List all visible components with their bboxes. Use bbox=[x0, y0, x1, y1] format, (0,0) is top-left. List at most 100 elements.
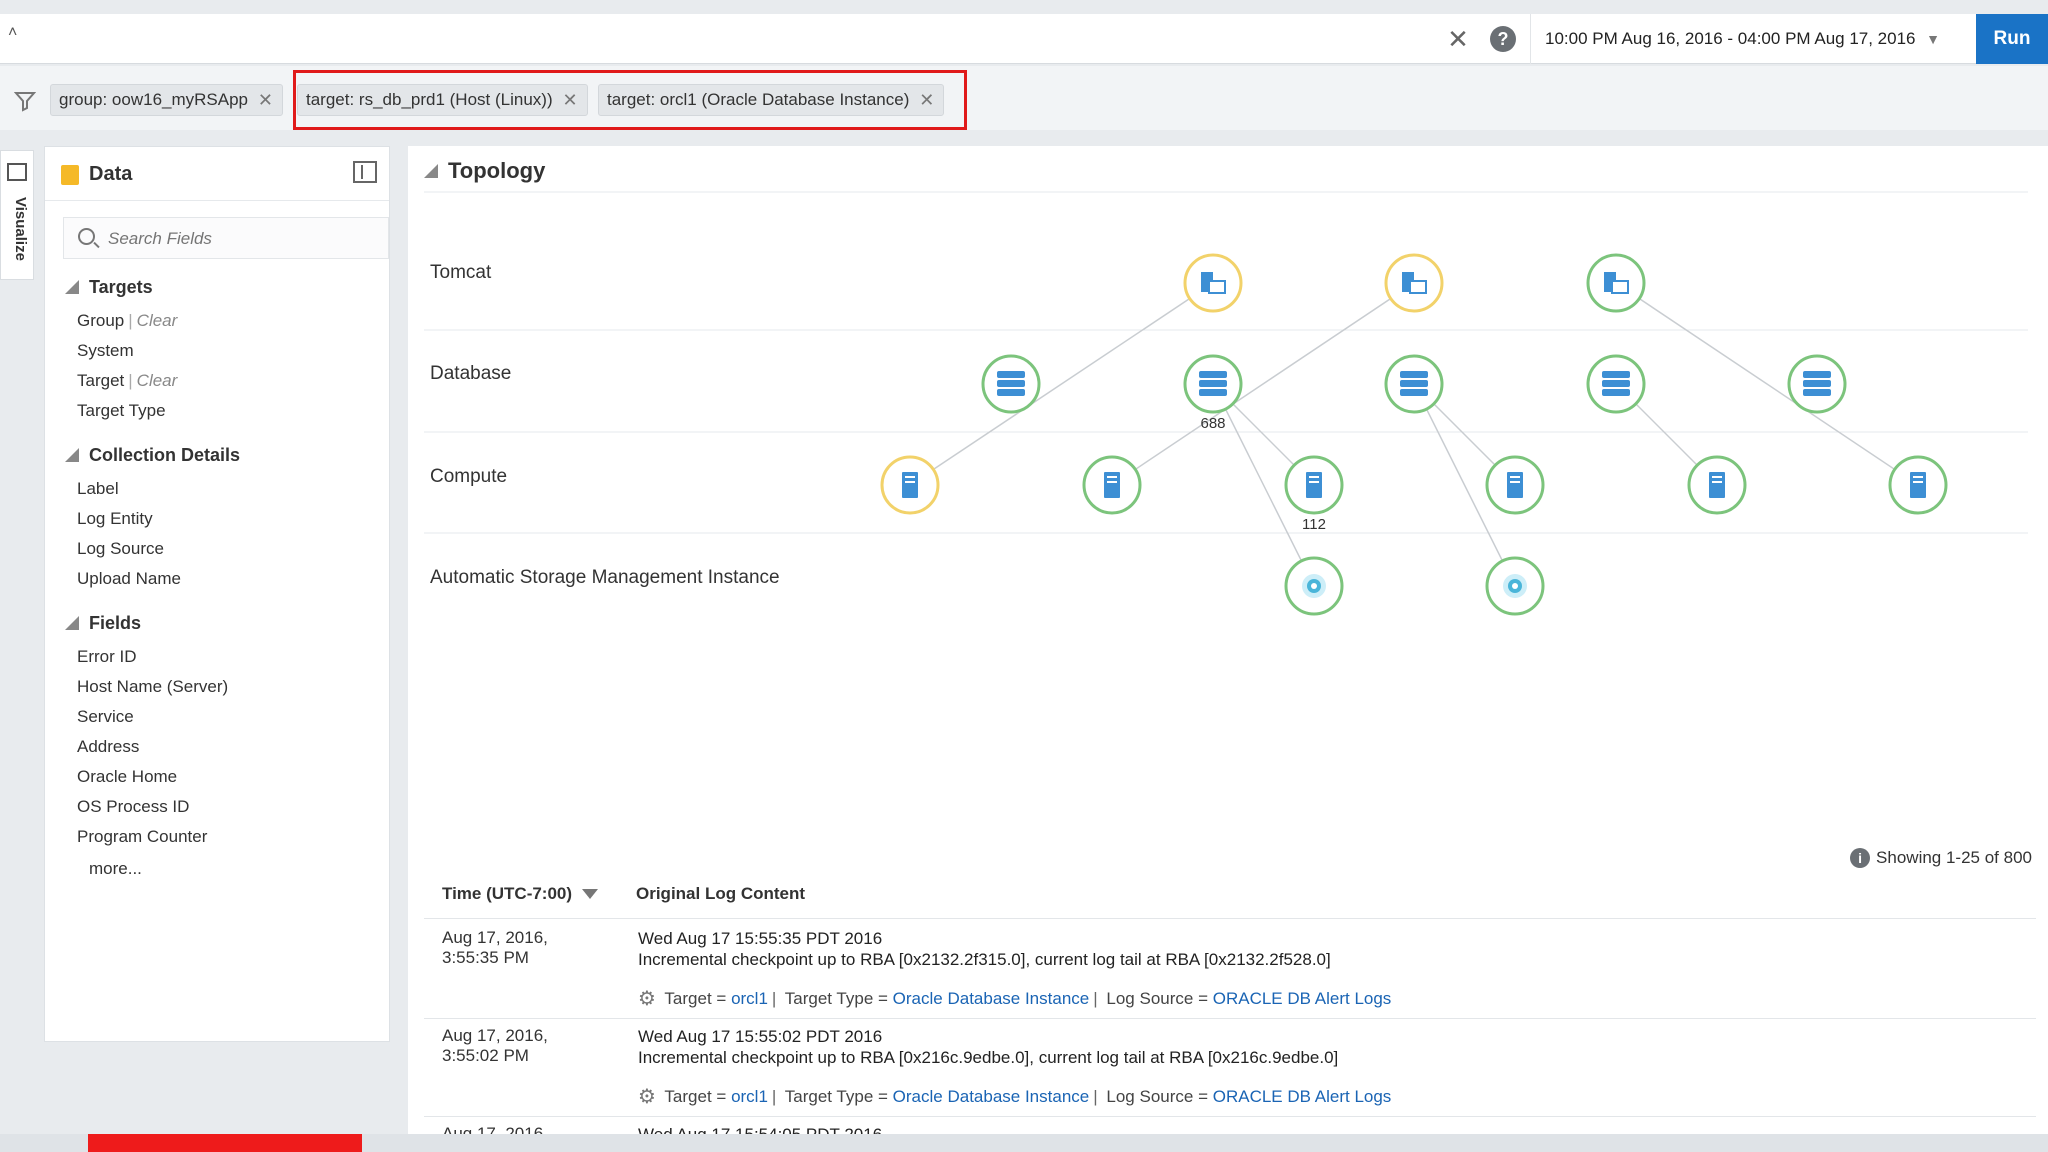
expand-caret-icon[interactable]: ˄ bbox=[8, 24, 17, 42]
edge-count-112: 112 bbox=[1302, 516, 1326, 533]
section-targets[interactable]: Targets bbox=[65, 277, 153, 298]
database-node-4[interactable] bbox=[1586, 354, 1646, 414]
compute-node-3[interactable] bbox=[1284, 455, 1344, 515]
log-source-link[interactable]: ORACLE DB Alert Logs bbox=[1213, 1087, 1392, 1106]
target-link[interactable]: orcl1 bbox=[731, 1087, 768, 1106]
database-icon bbox=[1400, 371, 1428, 396]
field-target-type[interactable]: Target Type bbox=[77, 401, 166, 421]
remove-filter-icon[interactable]: ✕ bbox=[258, 85, 273, 115]
row-label-compute: Compute bbox=[430, 466, 508, 487]
log-row-meta: ⚙ Target = orcl1 | Target Type = Oracle D… bbox=[638, 1084, 1392, 1109]
field-os-process-id[interactable]: OS Process ID bbox=[77, 797, 189, 817]
field-log-source[interactable]: Log Source bbox=[77, 539, 164, 559]
collapse-triangle-icon bbox=[65, 280, 79, 294]
field-oracle-home[interactable]: Oracle Home bbox=[77, 767, 177, 787]
field-address[interactable]: Address bbox=[77, 737, 139, 757]
log-row-line1: Wed Aug 17 15:55:02 PDT 2016 bbox=[638, 1027, 883, 1046]
tomcat-node-2[interactable] bbox=[1384, 253, 1444, 313]
database-node-2[interactable] bbox=[1183, 354, 1243, 414]
compute-node-4[interactable] bbox=[1485, 455, 1545, 515]
section-fields[interactable]: Fields bbox=[65, 613, 141, 634]
time-range-selector[interactable]: 10:00 PM Aug 16, 2016 - 04:00 PM Aug 17,… bbox=[1530, 14, 1952, 64]
main-panel: Topology 688 112 Tomcat Database Compute… bbox=[408, 146, 2048, 1144]
data-panel-title: Data bbox=[89, 163, 133, 185]
host-icon bbox=[1709, 472, 1725, 498]
database-node-1[interactable] bbox=[981, 354, 1041, 414]
gear-icon[interactable]: ⚙ bbox=[638, 1084, 660, 1109]
search-icon bbox=[78, 228, 95, 245]
field-label[interactable]: Label bbox=[77, 479, 119, 499]
visualize-tab[interactable]: Visualize bbox=[0, 150, 34, 280]
compute-node-5[interactable] bbox=[1687, 455, 1747, 515]
close-icon[interactable]: ✕ bbox=[1445, 26, 1471, 52]
row-label-tomcat: Tomcat bbox=[430, 262, 492, 283]
compute-node-1[interactable] bbox=[880, 455, 940, 515]
collapse-panel-icon[interactable] bbox=[353, 161, 377, 183]
database-icon bbox=[997, 371, 1025, 396]
log-row-meta: ⚙ Target = orcl1 | Target Type = Oracle D… bbox=[638, 986, 1392, 1011]
data-panel-header: Data bbox=[45, 147, 389, 201]
time-range-label: 10:00 PM Aug 16, 2016 - 04:00 PM Aug 17,… bbox=[1545, 29, 1916, 48]
clear-target-link[interactable]: Clear bbox=[137, 371, 178, 390]
log-row-line2: Incremental checkpoint up to RBA [0x2132… bbox=[638, 950, 1331, 969]
target-type-link[interactable]: Oracle Database Instance bbox=[893, 989, 1090, 1008]
log-row-line1: Wed Aug 17 15:55:35 PDT 2016 bbox=[638, 929, 883, 948]
expand-panel-icon[interactable] bbox=[7, 163, 27, 181]
field-program-counter[interactable]: Program Counter bbox=[77, 827, 207, 847]
filter-pill-group[interactable]: group: oow16_myRSApp ✕ bbox=[50, 84, 284, 116]
data-panel: Data Targets Group|Clear System Target|C… bbox=[44, 146, 390, 1042]
gear-icon[interactable]: ⚙ bbox=[638, 986, 660, 1011]
search-fields[interactable] bbox=[63, 217, 389, 259]
field-service[interactable]: Service bbox=[77, 707, 134, 727]
compute-node-6[interactable] bbox=[1888, 455, 1948, 515]
collapse-triangle-icon bbox=[65, 448, 79, 462]
field-host-name[interactable]: Host Name (Server) bbox=[77, 677, 228, 697]
table-row-divider bbox=[424, 1018, 2036, 1019]
field-error-id[interactable]: Error ID bbox=[77, 647, 137, 667]
filter-icon[interactable] bbox=[14, 90, 36, 112]
search-bar[interactable]: ˄ ✕ ? 10:00 PM Aug 16, 2016 - 04:00 PM A… bbox=[0, 14, 2048, 64]
results-count: i Showing 1-25 of 800 bbox=[1850, 848, 2032, 868]
topology-edge bbox=[909, 282, 1214, 486]
more-fields-link[interactable]: more... bbox=[89, 859, 142, 879]
clear-group-link[interactable]: Clear bbox=[137, 311, 178, 330]
database-node-3[interactable] bbox=[1384, 354, 1444, 414]
visualize-label: Visualize bbox=[12, 197, 29, 261]
compute-node-2[interactable] bbox=[1082, 455, 1142, 515]
log-row-line2: Incremental checkpoint up to RBA [0x216c… bbox=[638, 1048, 1339, 1067]
collapse-triangle-icon bbox=[65, 616, 79, 630]
database-icon bbox=[61, 165, 79, 185]
database-icon bbox=[1199, 371, 1227, 396]
info-icon: i bbox=[1850, 848, 1871, 868]
field-system[interactable]: System bbox=[77, 341, 134, 361]
row-label-asm-instance: Automatic Storage Management Instance bbox=[430, 567, 780, 588]
field-group[interactable]: Group | Clear bbox=[77, 311, 177, 331]
topology-graph: 688 112 bbox=[424, 191, 2028, 616]
topology-nodes bbox=[880, 253, 1948, 616]
tomcat-node-1[interactable] bbox=[1183, 253, 1243, 313]
target-type-link[interactable]: Oracle Database Instance bbox=[893, 1087, 1090, 1106]
edge-count-688: 688 bbox=[1200, 415, 1225, 432]
field-target[interactable]: Target | Clear bbox=[77, 371, 177, 391]
section-collection-details[interactable]: Collection Details bbox=[65, 445, 240, 466]
run-button[interactable]: Run bbox=[1976, 14, 2048, 64]
target-link[interactable]: orcl1 bbox=[731, 989, 768, 1008]
asm-node-2[interactable] bbox=[1485, 556, 1545, 616]
database-node-5[interactable] bbox=[1787, 354, 1847, 414]
log-source-link[interactable]: ORACLE DB Alert Logs bbox=[1213, 989, 1392, 1008]
topology-edge bbox=[1111, 282, 1415, 486]
host-icon bbox=[1507, 472, 1523, 498]
disk-icon bbox=[1302, 574, 1326, 598]
column-header-time[interactable]: Time (UTC-7:00) bbox=[442, 884, 599, 904]
log-row-time: Aug 17, 2016, 3:55:35 PM bbox=[442, 928, 548, 967]
field-log-entity[interactable]: Log Entity bbox=[77, 509, 153, 529]
row-label-database: Database bbox=[430, 363, 512, 384]
help-icon[interactable]: ? bbox=[1490, 26, 1516, 52]
search-fields-input[interactable] bbox=[108, 226, 378, 252]
sort-dropdown-icon[interactable] bbox=[582, 889, 599, 899]
asm-node-1[interactable] bbox=[1284, 556, 1344, 616]
host-icon bbox=[902, 472, 918, 498]
field-upload-name[interactable]: Upload Name bbox=[77, 569, 181, 589]
tomcat-node-3[interactable] bbox=[1586, 253, 1646, 313]
log-row-time: Aug 17, 2016, 3:55:02 PM bbox=[442, 1026, 548, 1065]
